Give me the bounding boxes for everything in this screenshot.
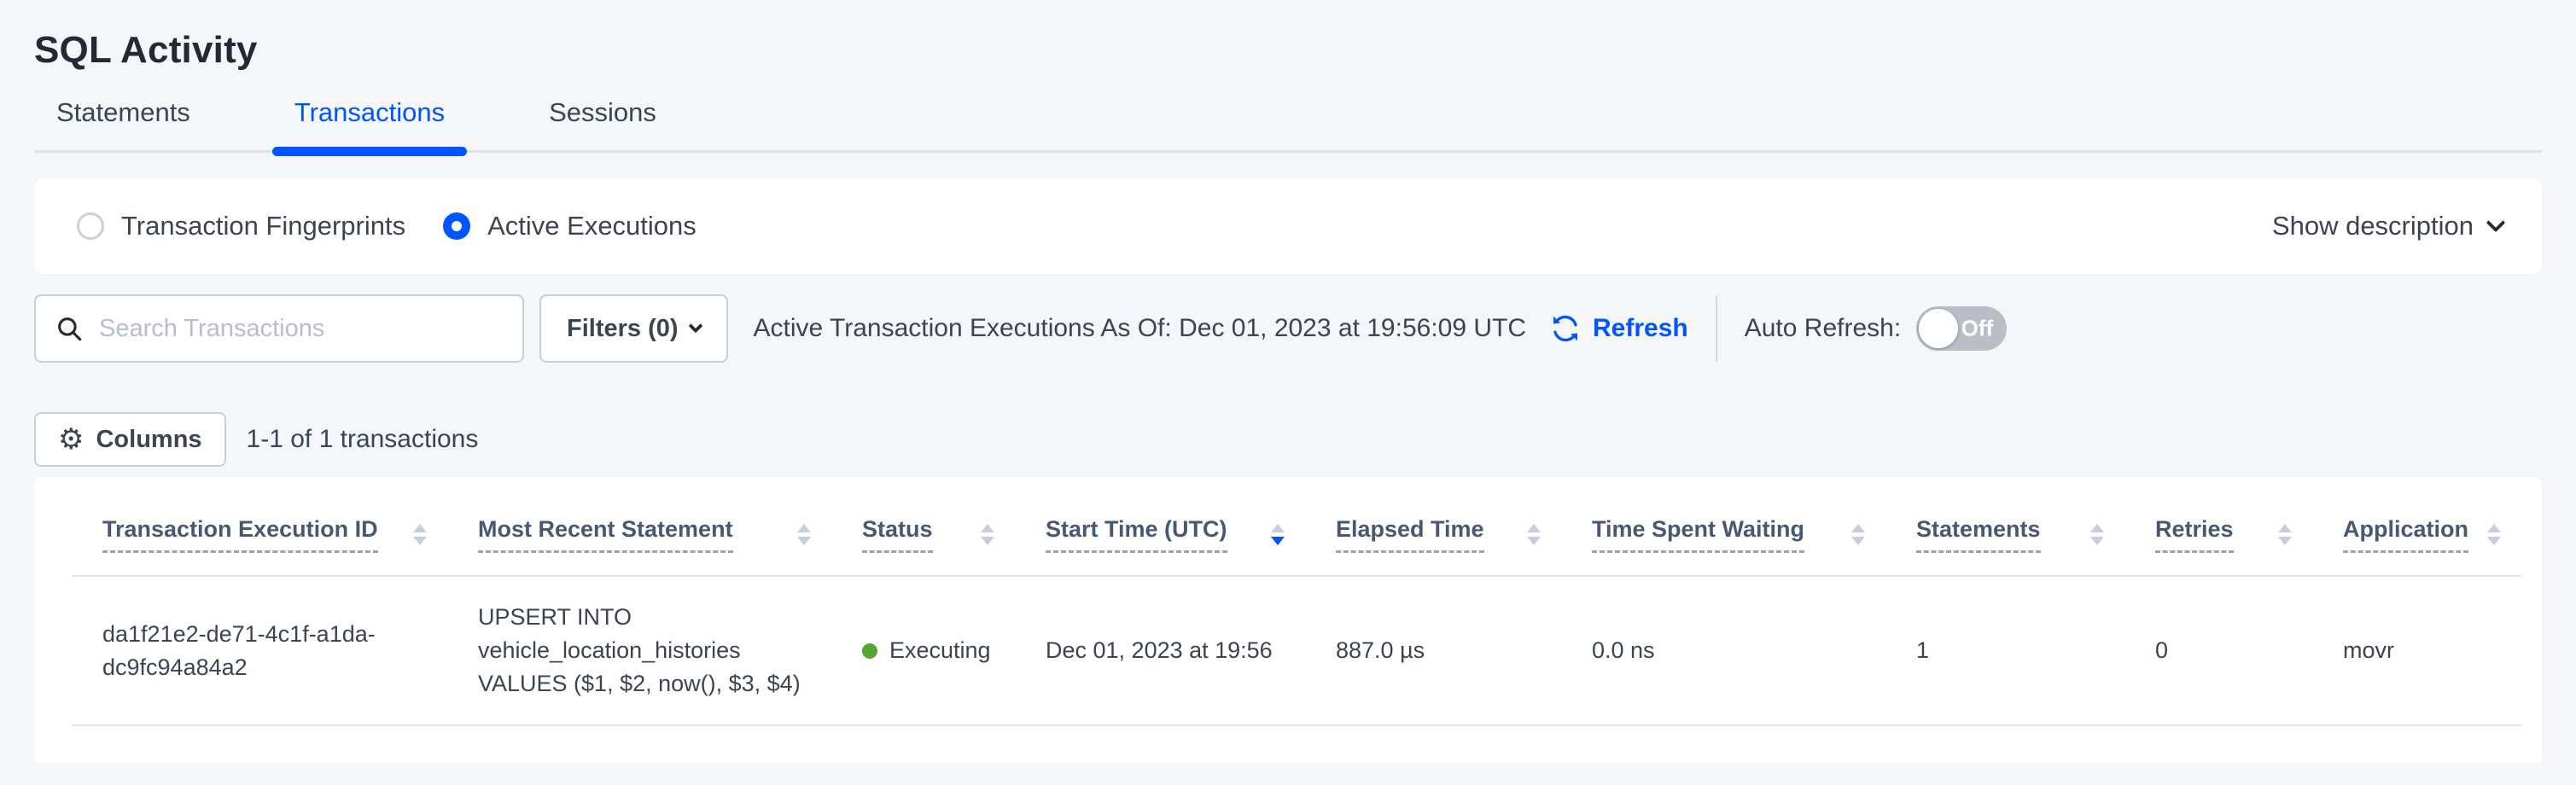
gear-icon: ⚙ — [58, 422, 84, 456]
column-header-status[interactable]: Status — [831, 477, 1015, 576]
search-box[interactable] — [34, 294, 524, 363]
view-mode-radio-group: Transaction Fingerprints Active Executio… — [77, 211, 734, 241]
refresh-icon — [1548, 311, 1582, 346]
refresh-button[interactable]: Refresh — [1548, 311, 1688, 346]
executing-status-icon — [862, 643, 877, 659]
tab-statements[interactable]: Statements — [34, 97, 213, 150]
cell-retries: 0 — [2124, 576, 2312, 725]
cell-statements: 1 — [1885, 576, 2124, 725]
sort-icon[interactable] — [981, 524, 994, 545]
filters-button[interactable]: Filters (0) — [539, 294, 728, 363]
column-header-statements[interactable]: Statements — [1885, 477, 2124, 576]
auto-refresh-toggle[interactable]: Off — [1916, 306, 2007, 351]
column-header-application[interactable]: Application — [2312, 477, 2521, 576]
chevron-down-icon — [688, 319, 702, 334]
cell-transaction-execution-id: da1f21e2-de71-4c1f-a1da-dc9fc94a84a2 — [72, 576, 447, 725]
vertical-divider — [1716, 295, 1717, 362]
sort-icon[interactable] — [1851, 524, 1865, 545]
cell-status: Executing — [831, 576, 1015, 725]
result-count: 1-1 of 1 transactions — [247, 425, 479, 454]
as-of-timestamp: Active Transaction Executions As Of: Dec… — [754, 314, 1526, 343]
sort-icon[interactable] — [413, 524, 427, 545]
tab-ink-bar — [272, 147, 467, 156]
cell-elapsed-time: 887.0 µs — [1305, 576, 1561, 725]
view-mode-card: Transaction Fingerprints Active Executio… — [34, 178, 2542, 274]
tab-bar: Statements Transactions Sessions — [34, 97, 2542, 153]
transactions-table-card: Transaction Execution ID Most Recent Sta… — [34, 477, 2542, 763]
table-toolbar: ⚙ Columns 1-1 of 1 transactions — [34, 412, 2542, 467]
column-header-elapsed-time[interactable]: Elapsed Time — [1305, 477, 1561, 576]
radio-transaction-fingerprints[interactable]: Transaction Fingerprints — [77, 211, 405, 241]
show-description-button[interactable]: Show description — [2272, 211, 2503, 241]
table-header-row: Transaction Execution ID Most Recent Sta… — [72, 477, 2521, 576]
cell-start-time: Dec 01, 2023 at 19:56 — [1015, 576, 1305, 725]
column-header-start-time[interactable]: Start Time (UTC) — [1015, 477, 1305, 576]
sort-icon[interactable] — [2090, 524, 2104, 545]
table-row: da1f21e2-de71-4c1f-a1da-dc9fc94a84a2 UPS… — [72, 576, 2521, 725]
auto-refresh-control: Auto Refresh: Off — [1745, 306, 2007, 351]
sql-activity-page: SQL Activity Statements Transactions Ses… — [0, 0, 2576, 785]
column-header-retries[interactable]: Retries — [2124, 477, 2312, 576]
filter-bar: Filters (0) Active Transaction Execution… — [34, 294, 2542, 363]
tab-transactions[interactable]: Transactions — [272, 97, 467, 150]
sort-icon[interactable] — [2487, 524, 2501, 545]
search-input[interactable] — [99, 315, 504, 343]
tab-sessions[interactable]: Sessions — [527, 97, 679, 150]
column-header-most-recent-statement[interactable]: Most Recent Statement — [447, 477, 831, 576]
radio-circle-icon — [77, 212, 104, 240]
radio-circle-icon — [443, 212, 470, 240]
cell-application: movr — [2312, 576, 2521, 725]
sort-icon[interactable] — [1527, 524, 1541, 545]
column-header-time-spent-waiting[interactable]: Time Spent Waiting — [1561, 477, 1885, 576]
columns-button[interactable]: ⚙ Columns — [34, 412, 226, 467]
page-title: SQL Activity — [34, 0, 2542, 72]
transactions-table: Transaction Execution ID Most Recent Sta… — [72, 477, 2521, 726]
radio-active-executions[interactable]: Active Executions — [443, 211, 696, 241]
sort-icon[interactable] — [797, 524, 811, 545]
column-header-transaction-execution-id[interactable]: Transaction Execution ID — [72, 477, 447, 576]
cell-most-recent-statement: UPSERT INTO vehicle_location_histories V… — [447, 576, 831, 725]
cell-time-spent-waiting: 0.0 ns — [1561, 576, 1885, 725]
search-icon — [55, 314, 84, 343]
chevron-down-icon — [2486, 213, 2506, 233]
sort-icon[interactable] — [2278, 524, 2292, 545]
sort-icon-descending[interactable] — [1271, 524, 1285, 545]
toggle-knob — [1919, 309, 1958, 348]
